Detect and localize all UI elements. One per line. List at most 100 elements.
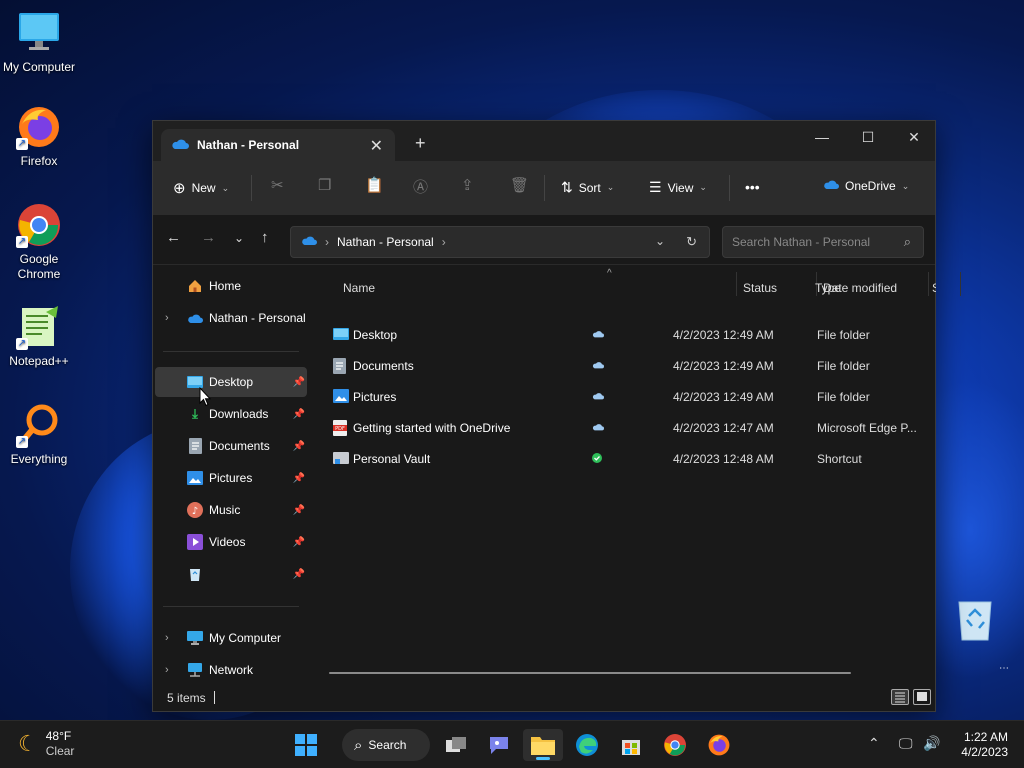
weather-widget[interactable]: ☾ 48°F Clear (18, 729, 74, 759)
volume-icon[interactable]: 🔊 (923, 735, 940, 752)
file-row[interactable]: Pictures 4/2/2023 12:49 AM File folder (329, 383, 925, 411)
details-view-icon[interactable] (891, 689, 909, 705)
rename-icon[interactable]: Ⓐ (413, 176, 428, 197)
up-arrow-icon[interactable]: ↑ (261, 229, 269, 246)
task-view-button[interactable] (436, 729, 476, 761)
network-status-icon[interactable]: 🖵 (899, 735, 913, 752)
close-button[interactable]: ✕ (891, 121, 937, 153)
sidebar-item-desktop[interactable]: Desktop 📌 (155, 367, 307, 397)
column-header-status[interactable]: Status (743, 274, 777, 302)
search-icon: ⌕ (354, 736, 363, 754)
pin-icon[interactable]: 📌 (293, 409, 305, 420)
file-name: Getting started with OneDrive (353, 421, 511, 435)
store-taskbar-button[interactable] (611, 729, 651, 761)
firefox-taskbar-button[interactable] (699, 729, 739, 761)
item-count: 5 items (167, 691, 206, 705)
column-divider[interactable] (928, 272, 929, 296)
address-bar[interactable]: › Nathan - Personal › ⌄ ↻ (290, 226, 710, 258)
maximize-button[interactable]: ☐ (845, 121, 891, 153)
search-input[interactable]: Search Nathan - Personal ⌕ (722, 226, 924, 258)
desktop-icon-my-computer[interactable]: My Computer (0, 10, 78, 74)
pin-icon[interactable]: 📌 (293, 377, 305, 388)
sidebar-item-home[interactable]: Home (155, 271, 307, 301)
taskbar-search-button[interactable]: ⌕ Search (342, 729, 430, 761)
onedrive-button[interactable]: OneDrive ⌄ (823, 179, 909, 193)
search-icon: ⌕ (903, 234, 911, 249)
edge-taskbar-button[interactable] (567, 729, 607, 761)
sidebar-item-downloads[interactable]: ⤓ Downloads 📌 (155, 399, 307, 429)
recycle-bin-icon (187, 566, 203, 582)
firefox-icon: ↗ (16, 104, 62, 150)
sidebar-item-onedrive[interactable]: › Nathan - Personal (155, 303, 307, 333)
desktop-icon-firefox[interactable]: ↗ Firefox (0, 104, 78, 168)
chevron-down-icon: ⌄ (699, 182, 707, 192)
chevron-right-icon[interactable]: › (165, 664, 169, 676)
new-tab-icon[interactable]: + (415, 133, 426, 154)
refresh-icon[interactable]: ↻ (686, 234, 697, 250)
column-header-size[interactable]: S (932, 274, 936, 302)
cut-icon[interactable]: ✂ (271, 176, 284, 194)
teams-chat-button[interactable] (479, 729, 519, 761)
file-row[interactable]: PDF Getting started with OneDrive 4/2/2023… (329, 414, 925, 442)
start-button[interactable] (286, 729, 326, 761)
column-divider[interactable] (960, 272, 961, 296)
share-icon[interactable]: ⇪ (461, 176, 474, 194)
file-type: File folder (817, 390, 870, 404)
see-more-button[interactable]: ••• (745, 179, 760, 195)
recycle-bin-icon[interactable] (955, 596, 995, 642)
file-explorer-taskbar-button[interactable] (523, 729, 563, 761)
task-view-icon (446, 737, 466, 752)
tab-close-icon[interactable]: ✕ (370, 136, 383, 156)
column-divider[interactable] (736, 272, 737, 296)
desktop-icon-chrome[interactable]: ↗ Google Chrome (0, 202, 78, 282)
minimize-button[interactable]: — (799, 121, 845, 153)
tab-nathan-personal[interactable]: Nathan - Personal ✕ (161, 129, 395, 161)
sidebar-item-pictures[interactable]: Pictures 📌 (155, 463, 307, 493)
chevron-right-icon[interactable]: › (165, 312, 169, 324)
horizontal-scrollbar[interactable] (329, 672, 851, 674)
desktop-icon-everything[interactable]: ↗ Everything (0, 402, 78, 466)
sidebar-item-documents[interactable]: Documents 📌 (155, 431, 307, 461)
delete-icon[interactable]: 🗑 (510, 176, 529, 194)
view-button[interactable]: ☰ View ⌄ (649, 179, 707, 196)
edge-icon (576, 734, 598, 756)
svg-text:♪: ♪ (192, 506, 198, 517)
column-header-type[interactable]: Type (815, 274, 841, 302)
column-header-name[interactable]: Name (343, 274, 375, 302)
address-dropdown-icon[interactable]: ⌄ (655, 234, 665, 248)
chrome-taskbar-button[interactable] (655, 729, 695, 761)
desktop-icon-notepadpp[interactable]: ↗ Notepad++ (0, 304, 78, 368)
copy-icon[interactable]: ❐ (318, 176, 331, 194)
desktop-icon-label: Firefox (20, 154, 58, 168)
desktop-icon-label: Everything (10, 452, 68, 466)
back-arrow-icon[interactable]: ← (166, 229, 181, 246)
sidebar-item-my-computer[interactable]: › My Computer (155, 623, 307, 653)
clock[interactable]: 1:22 AM 4/2/2023 (952, 730, 1008, 760)
file-name: Pictures (353, 390, 397, 404)
chevron-right-icon[interactable]: › (165, 632, 169, 644)
sidebar-item-videos[interactable]: Videos 📌 (155, 527, 307, 557)
new-button[interactable]: ⊕ New ⌄ (173, 179, 229, 197)
file-row[interactable]: Desktop 4/2/2023 12:49 AM File folder (329, 321, 925, 349)
cloud-status-icon (592, 360, 604, 372)
onedrive-cloud-icon (187, 310, 203, 326)
forward-arrow-icon[interactable]: → (201, 229, 216, 246)
file-row[interactable]: Personal Vault 4/2/2023 12:48 AM Shortcut (329, 445, 925, 473)
sort-button[interactable]: ⇅ Sort ⌄ (561, 179, 614, 196)
file-date-modified: 4/2/2023 12:49 AM (673, 390, 774, 404)
show-hidden-icons-chevron-icon[interactable]: ⌃ (868, 735, 880, 752)
file-row[interactable]: Documents 4/2/2023 12:49 AM File folder (329, 352, 925, 380)
pin-icon[interactable]: 📌 (293, 473, 305, 484)
paste-icon[interactable]: 📋 (365, 176, 384, 194)
sidebar-item-network[interactable]: › Network (155, 655, 307, 685)
pin-icon[interactable]: 📌 (293, 441, 305, 452)
sidebar-item-music[interactable]: ♪ Music 📌 (155, 495, 307, 525)
sidebar-item-recycle-bin[interactable]: 📌 (155, 559, 307, 589)
pin-icon[interactable]: 📌 (293, 569, 305, 580)
picture-icon (333, 389, 349, 405)
recent-locations-chevron-icon[interactable]: ⌄ (234, 231, 244, 245)
pin-icon[interactable]: 📌 (293, 505, 305, 516)
large-icons-view-icon[interactable] (913, 689, 931, 705)
breadcrumb-item[interactable]: Nathan - Personal (337, 235, 434, 249)
pin-icon[interactable]: 📌 (293, 537, 305, 548)
